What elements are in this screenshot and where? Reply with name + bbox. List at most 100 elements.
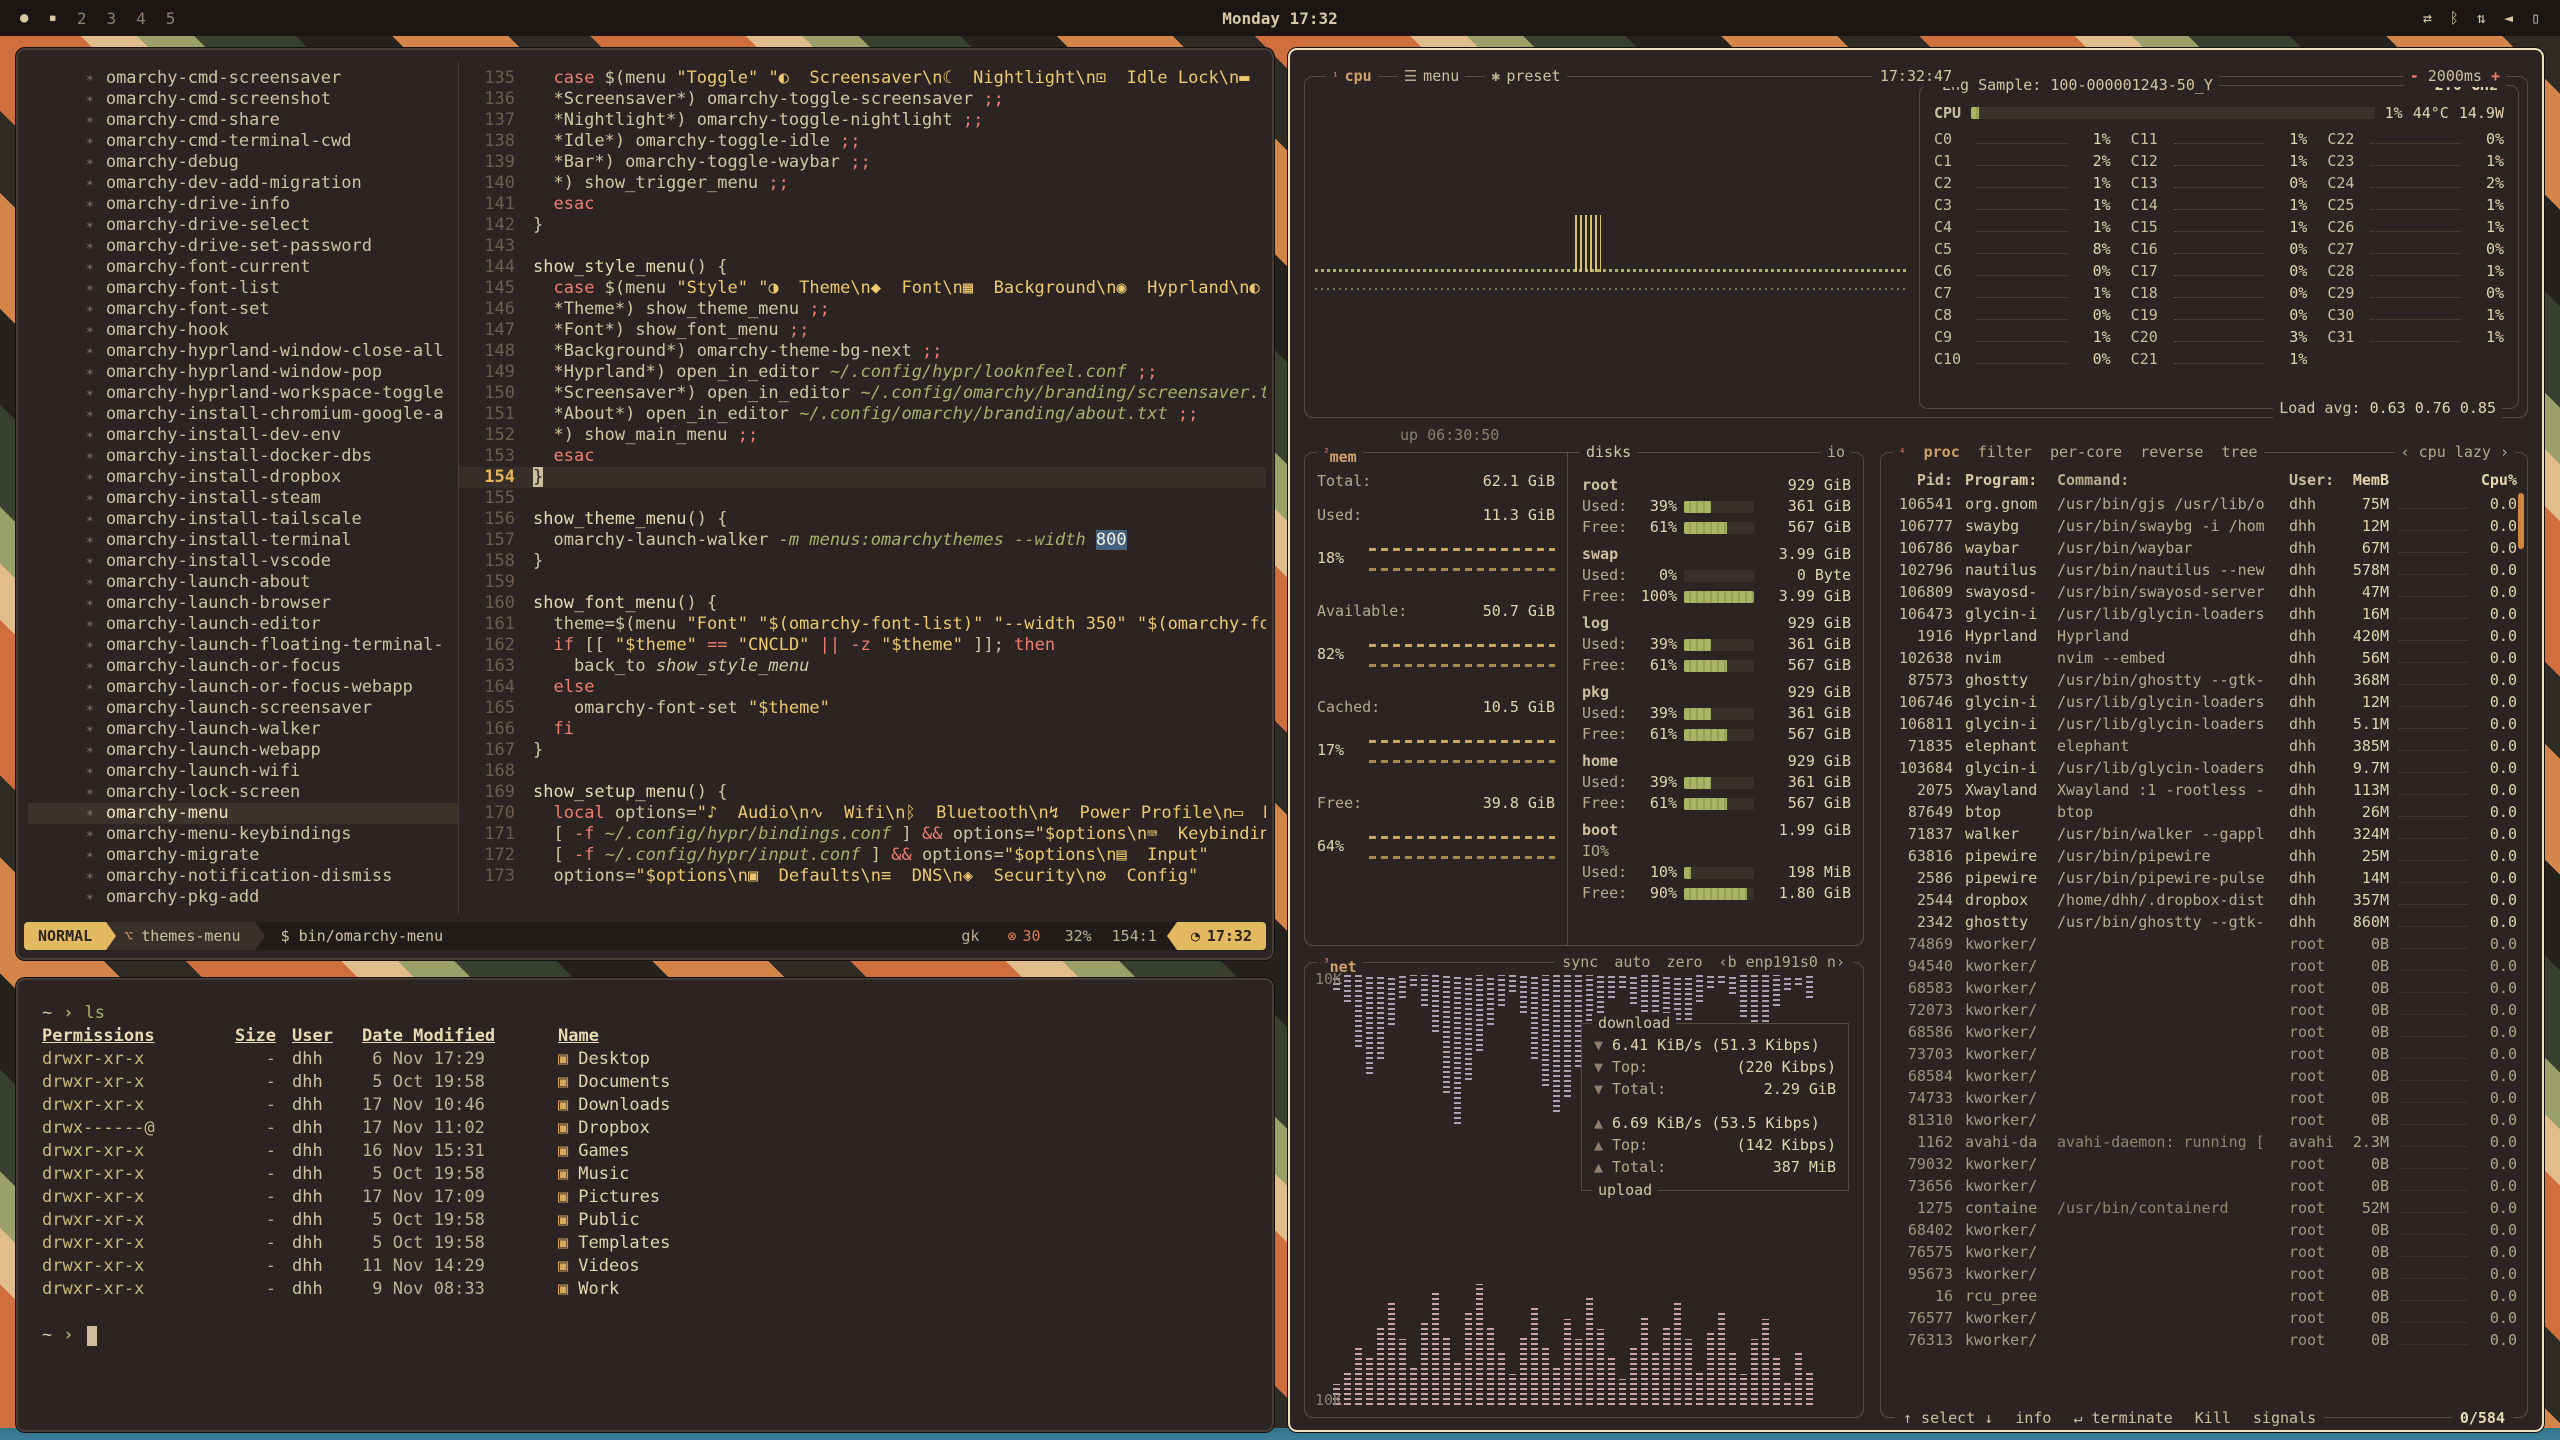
proc-nav[interactable]: ‹ cpu lazy › [2395, 442, 2515, 463]
file-list-item[interactable]: ∗omarchy-launch-editor [28, 614, 458, 635]
process-row[interactable]: 2586pipewire/usr/bin/pipewire-pulsedhh14… [1891, 867, 2517, 889]
process-row[interactable]: 68583kworker/root0B0.0 [1891, 977, 2517, 999]
net-control-zero[interactable]: zero [1666, 952, 1702, 973]
file-list-item[interactable]: ∗omarchy-hyprland-workspace-toggle [28, 383, 458, 404]
battery-icon[interactable]: ▯ [2531, 9, 2540, 27]
proc-key[interactable]: ↑ select ↓ [1903, 1408, 1993, 1429]
file-list-item[interactable]: ∗omarchy-pkg-add [28, 887, 458, 908]
process-row[interactable]: 106811glycin-i/usr/lib/glycin-loadersdhh… [1891, 713, 2517, 735]
process-row[interactable]: 76313kworker/root0B0.0 [1891, 1329, 2517, 1351]
file-list-item[interactable]: ∗omarchy-hyprland-window-close-all [28, 341, 458, 362]
file-list-item[interactable]: ∗omarchy-lock-screen [28, 782, 458, 803]
process-row[interactable]: 106809swayosd-/usr/bin/swayosd-serverdhh… [1891, 581, 2517, 603]
net-control-auto[interactable]: auto [1614, 952, 1650, 973]
file-list-item[interactable]: ∗omarchy-drive-set-password [28, 236, 458, 257]
file-list-item[interactable]: ∗omarchy-launch-or-focus-webapp [28, 677, 458, 698]
process-row[interactable]: 71835elephantelephantdhh385M0.0 [1891, 735, 2517, 757]
file-list-item[interactable]: ∗omarchy-cmd-screensaver [28, 68, 458, 89]
proc-column-header[interactable]: Pid: [1891, 470, 1965, 491]
interval-increase-button[interactable]: + [2491, 66, 2500, 87]
process-row[interactable]: 74733kworker/root0B0.0 [1891, 1087, 2517, 1109]
workspace-5[interactable]: 5 [166, 9, 176, 28]
workspace-3[interactable]: 3 [107, 9, 117, 28]
process-row[interactable]: 68584kworker/root0B0.0 [1891, 1065, 2517, 1087]
scrollbar-thumb[interactable] [2518, 493, 2524, 549]
process-row[interactable]: 1916HyprlandHyprlanddhh420M0.0 [1891, 625, 2517, 647]
file-list-item[interactable]: ∗omarchy-install-chromium-google-a [28, 404, 458, 425]
process-row[interactable]: 95673kworker/root0B0.0 [1891, 1263, 2517, 1285]
file-list-item[interactable]: ∗omarchy-notification-dismiss [28, 866, 458, 887]
terminal-content[interactable]: ~ › ls PermissionsSizeUserDate ModifiedN… [42, 1002, 1254, 1412]
file-list-item[interactable]: ∗omarchy-debug [28, 152, 458, 173]
process-row[interactable]: 71837walker/usr/bin/walker --gappldhh324… [1891, 823, 2517, 845]
process-row[interactable]: 16rcu_preeroot0B0.0 [1891, 1285, 2517, 1307]
volume-icon[interactable]: ◄ [2504, 9, 2513, 27]
process-row[interactable]: 106786waybar/usr/bin/waybardhh67M0.0 [1891, 537, 2517, 559]
file-list-item[interactable]: ∗omarchy-launch-floating-terminal- [28, 635, 458, 656]
file-list-item[interactable]: ∗omarchy-launch-webapp [28, 740, 458, 761]
process-table[interactable]: 106541org.gnom/usr/bin/gjs /usr/lib/odhh… [1891, 493, 2517, 1399]
process-row[interactable]: 81310kworker/root0B0.0 [1891, 1109, 2517, 1131]
process-row[interactable]: 2342ghostty/usr/bin/ghostty --gtk-dhh860… [1891, 911, 2517, 933]
process-row[interactable]: 72073kworker/root0B0.0 [1891, 999, 2517, 1021]
process-row[interactable]: 102796nautilus/usr/bin/nautilus --newdhh… [1891, 559, 2517, 581]
screenshare-icon[interactable]: ⇄ [2423, 9, 2432, 27]
proc-column-header[interactable]: Cpu% [2477, 470, 2517, 491]
file-list-item[interactable]: ∗omarchy-launch-or-focus [28, 656, 458, 677]
file-list-item[interactable]: ∗omarchy-menu [28, 803, 458, 824]
file-list-item[interactable]: ∗omarchy-install-terminal [28, 530, 458, 551]
proc-option-reverse[interactable]: reverse [2140, 442, 2203, 463]
file-list-item[interactable]: ∗omarchy-font-set [28, 299, 458, 320]
preset-button[interactable]: ✱preset [1485, 66, 1566, 87]
process-row[interactable]: 1275containe/usr/bin/containerdroot52M0.… [1891, 1197, 2517, 1219]
file-list[interactable]: ∗omarchy-cmd-screensaver∗omarchy-cmd-scr… [28, 62, 458, 914]
proc-column-header[interactable]: Program: [1965, 470, 2057, 491]
proc-key[interactable]: ↵ terminate [2073, 1408, 2172, 1429]
proc-column-header[interactable]: MemB [2341, 470, 2389, 491]
interval-decrease-button[interactable]: - [2410, 66, 2419, 87]
file-list-item[interactable]: ∗omarchy-migrate [28, 845, 458, 866]
file-list-item[interactable]: ∗omarchy-install-dev-env [28, 425, 458, 446]
process-row[interactable]: 79032kworker/root0B0.0 [1891, 1153, 2517, 1175]
process-row[interactable]: 73656kworker/root0B0.0 [1891, 1175, 2517, 1197]
file-list-item[interactable]: ∗omarchy-install-steam [28, 488, 458, 509]
net-control-sync[interactable]: sync [1562, 952, 1598, 973]
file-list-item[interactable]: ∗omarchy-install-vscode [28, 551, 458, 572]
network-icon[interactable]: ⇅ [2477, 9, 2486, 27]
file-list-item[interactable]: ∗omarchy-font-current [28, 257, 458, 278]
file-list-item[interactable]: ∗omarchy-launch-wifi [28, 761, 458, 782]
process-row[interactable]: 102638nvimnvim --embeddhh56M0.0 [1891, 647, 2517, 669]
process-row[interactable]: 74869kworker/root0B0.0 [1891, 933, 2517, 955]
process-row[interactable]: 106541org.gnom/usr/bin/gjs /usr/lib/odhh… [1891, 493, 2517, 515]
file-list-item[interactable]: ∗omarchy-dev-add-migration [28, 173, 458, 194]
process-row[interactable]: 76575kworker/root0B0.0 [1891, 1241, 2517, 1263]
process-row[interactable]: 87649btopbtopdhh26M0.0 [1891, 801, 2517, 823]
file-list-item[interactable]: ∗omarchy-cmd-screenshot [28, 89, 458, 110]
process-row[interactable]: 103684glycin-i/usr/lib/glycin-loadersdhh… [1891, 757, 2517, 779]
file-list-item[interactable]: ∗omarchy-drive-select [28, 215, 458, 236]
file-list-item[interactable]: ∗omarchy-install-docker-dbs [28, 446, 458, 467]
process-row[interactable]: 87573ghostty/usr/bin/ghostty --gtk-dhh36… [1891, 669, 2517, 691]
file-list-item[interactable]: ∗omarchy-launch-walker [28, 719, 458, 740]
file-list-item[interactable]: ∗omarchy-cmd-share [28, 110, 458, 131]
proc-scrollbar[interactable] [2518, 493, 2524, 1377]
menu-button[interactable]: ☰menu [1398, 66, 1466, 87]
file-list-item[interactable]: ∗omarchy-cmd-terminal-cwd [28, 131, 458, 152]
process-row[interactable]: 106473glycin-i/usr/lib/glycin-loadersdhh… [1891, 603, 2517, 625]
process-row[interactable]: 106746glycin-i/usr/lib/glycin-loadersdhh… [1891, 691, 2517, 713]
process-row[interactable]: 1162avahi-daavahi-daemon: running [avahi… [1891, 1131, 2517, 1153]
proc-option-tree[interactable]: tree [2221, 442, 2257, 463]
proc-option-percore[interactable]: per-core [2050, 442, 2122, 463]
process-row[interactable]: 94540kworker/root0B0.0 [1891, 955, 2517, 977]
proc-option-filter[interactable]: filter [1978, 442, 2032, 463]
process-row[interactable]: 73703kworker/root0B0.0 [1891, 1043, 2517, 1065]
tab-cpu[interactable]: ¹cpu [1326, 66, 1378, 87]
file-list-item[interactable]: ∗omarchy-font-list [28, 278, 458, 299]
file-list-item[interactable]: ∗omarchy-hyprland-window-pop [28, 362, 458, 383]
process-row[interactable]: 2544dropbox/home/dhh/.dropbox-distdhh357… [1891, 889, 2517, 911]
file-list-item[interactable]: ∗omarchy-install-tailscale [28, 509, 458, 530]
mem-title[interactable]: ²mem [1317, 442, 1363, 468]
proc-key[interactable]: signals [2253, 1408, 2316, 1429]
tab-proc[interactable]: proc [1924, 442, 1960, 463]
proc-column-header[interactable]: Command: [2057, 470, 2289, 491]
